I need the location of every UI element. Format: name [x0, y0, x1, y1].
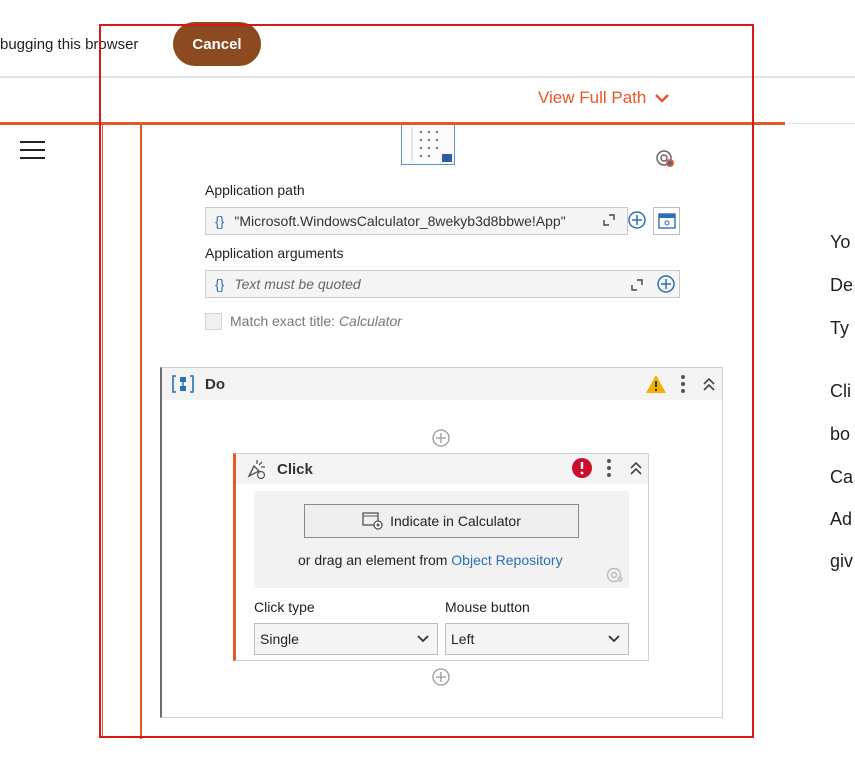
click-activity-title: Click — [277, 461, 313, 478]
drag-element-hint: or drag an element from Object Repositor… — [298, 552, 563, 568]
divider — [785, 123, 855, 124]
match-exact-title-checkbox[interactable] — [205, 313, 222, 330]
expression-icon: {} — [215, 276, 225, 292]
mouse-button-label: Mouse button — [445, 599, 530, 615]
indicate-in-calculator-button[interactable]: Indicate in Calculator — [304, 504, 579, 538]
chevron-down-icon — [655, 94, 670, 103]
view-full-path-label: View Full Path — [538, 88, 647, 107]
side-text-line: Cli — [830, 381, 851, 401]
side-text-line: Ad — [830, 509, 853, 529]
click-icon — [247, 460, 266, 480]
expression-icon: {} — [215, 213, 225, 229]
plus-circle-icon[interactable] — [431, 667, 451, 687]
collapse-icon[interactable] — [701, 375, 717, 393]
cancel-button[interactable]: Cancel — [173, 22, 261, 66]
object-repository-link[interactable]: Object Repository — [451, 552, 562, 568]
do-sequence-title: Do — [205, 376, 225, 393]
error-icon — [572, 458, 592, 478]
match-exact-title-label: Match exact title: Calculator — [230, 313, 402, 329]
indicate-icon — [362, 512, 383, 530]
plus-circle-icon[interactable] — [431, 428, 451, 448]
expand-icon[interactable] — [629, 277, 645, 293]
calculator-screenshot-thumbnail — [401, 125, 455, 165]
click-type-value: Single — [260, 631, 299, 647]
do-sequence-header[interactable] — [162, 368, 722, 400]
chevron-down-icon — [608, 635, 620, 643]
side-text-line: bo — [830, 424, 851, 444]
side-text-line: giv — [830, 551, 854, 571]
warning-icon — [646, 375, 666, 393]
expand-icon[interactable] — [601, 212, 617, 228]
side-text-line: Yo — [830, 232, 851, 252]
mouse-button-select[interactable]: Left — [445, 623, 629, 655]
view-full-path-link[interactable]: View Full Path — [538, 88, 670, 108]
plus-circle-icon[interactable] — [627, 210, 647, 230]
hamburger-icon[interactable] — [20, 141, 45, 161]
indicate-label: Indicate in Calculator — [390, 513, 521, 529]
debug-message: bugging this browser — [0, 36, 139, 53]
more-vertical-icon[interactable] — [678, 373, 688, 395]
click-type-select[interactable]: Single — [254, 623, 438, 655]
divider — [0, 76, 855, 78]
application-path-label: Application path — [205, 182, 305, 198]
application-arguments-placeholder: Text must be quoted — [234, 276, 361, 292]
collapse-icon[interactable] — [628, 459, 644, 477]
chevron-down-icon — [417, 635, 429, 643]
side-text-line: Ty — [830, 318, 850, 338]
application-arguments-input[interactable]: {} Text must be quoted — [205, 270, 680, 298]
sequence-icon — [172, 375, 194, 393]
side-text-line: Ca — [830, 467, 854, 487]
workflow-edge — [102, 125, 103, 738]
target-icon[interactable] — [654, 148, 676, 168]
window-icon[interactable] — [653, 207, 680, 235]
application-path-value: "Microsoft.WindowsCalculator_8wekyb3d8bb… — [234, 213, 566, 229]
target-icon[interactable] — [605, 566, 625, 584]
application-arguments-label: Application arguments — [205, 245, 344, 261]
side-text-line: De — [830, 275, 854, 295]
application-path-input[interactable]: {} "Microsoft.WindowsCalculator_8wekyb3d… — [205, 207, 628, 235]
click-type-label: Click type — [254, 599, 315, 615]
plus-circle-icon[interactable] — [656, 274, 676, 294]
workflow-edge — [140, 125, 142, 739]
mouse-button-value: Left — [451, 631, 475, 647]
more-vertical-icon[interactable] — [604, 457, 614, 479]
accent-divider — [0, 122, 785, 125]
